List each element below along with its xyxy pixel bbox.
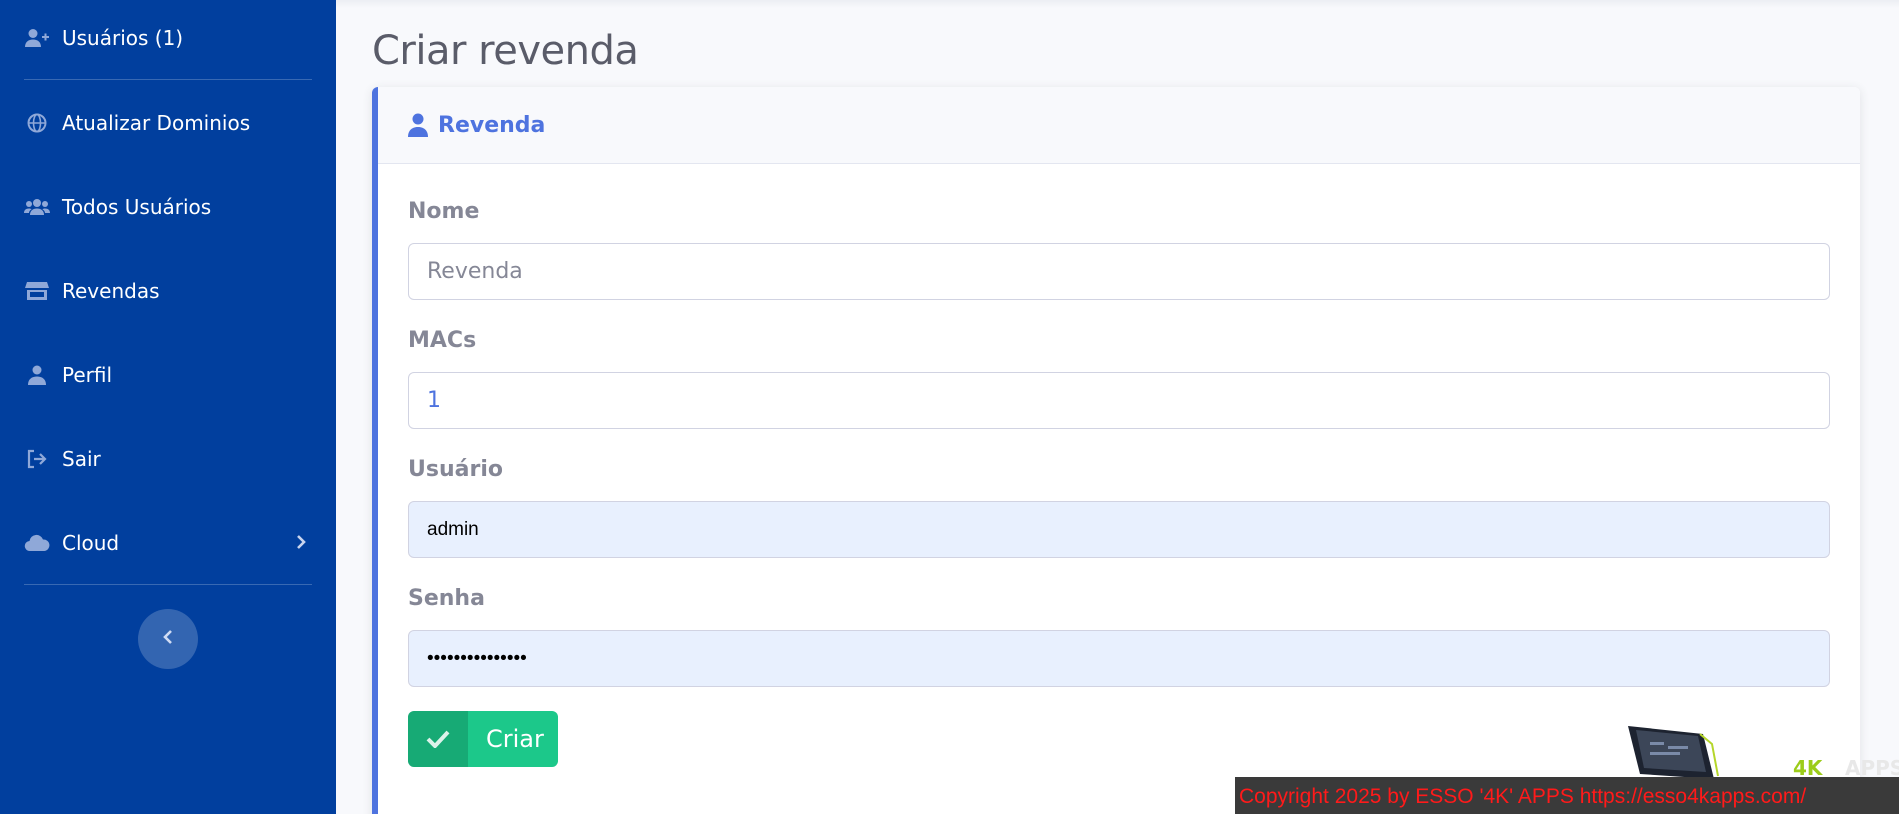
- form-card: Revenda Nome MACs Usuário Senha Criar: [372, 87, 1860, 814]
- watermark-image: [1628, 724, 1728, 784]
- macs-label: MACs: [408, 328, 477, 353]
- sidebar-item-label: Todos Usuários: [62, 195, 212, 219]
- card-header: Revenda: [378, 87, 1860, 164]
- usuario-label: Usuário: [408, 457, 503, 482]
- sidebar-item-revendas[interactable]: Revendas: [0, 261, 336, 321]
- sidebar-divider: [24, 584, 312, 585]
- copyright-text: Copyright 2025 by ESSO '4K' APPS https:/…: [1235, 777, 1899, 814]
- macs-input[interactable]: [408, 372, 1830, 429]
- user-icon: [24, 365, 50, 385]
- chevron-left-icon: [163, 629, 173, 649]
- criar-button[interactable]: Criar: [408, 711, 558, 767]
- sidebar-item-label: Sair: [62, 447, 101, 471]
- senha-label: Senha: [408, 586, 485, 611]
- sidebar: Usuários (1) Atualizar Dominios Todos Us…: [0, 0, 336, 814]
- sidebar-item-label: Cloud: [62, 531, 120, 555]
- nome-label: Nome: [408, 199, 480, 224]
- cloud-icon: [24, 533, 50, 553]
- topbar-shadow: [336, 0, 1899, 8]
- sidebar-item-atualizar-dominios[interactable]: Atualizar Dominios: [0, 93, 336, 153]
- sidebar-item-label: Revendas: [62, 279, 160, 303]
- sidebar-item-label: Perfil: [62, 363, 113, 387]
- globe-icon: [24, 113, 50, 133]
- sidebar-item-label: Usuários (1): [62, 26, 184, 50]
- store-icon: [24, 281, 50, 301]
- users-icon: [24, 197, 50, 217]
- check-icon: [408, 711, 468, 767]
- sidebar-item-sair[interactable]: Sair: [0, 429, 336, 489]
- sidebar-item-usuarios[interactable]: Usuários (1): [0, 8, 336, 68]
- sidebar-toggle-button[interactable]: [138, 609, 198, 669]
- page-title: Criar revenda: [372, 28, 639, 74]
- user-icon: [408, 113, 430, 137]
- sidebar-item-cloud[interactable]: Cloud: [0, 513, 336, 573]
- nome-input[interactable]: [408, 243, 1830, 300]
- sidebar-item-todos-usuarios[interactable]: Todos Usuários: [0, 177, 336, 237]
- sidebar-item-label: Atualizar Dominios: [62, 111, 251, 135]
- criar-button-label: Criar: [486, 725, 544, 753]
- sign-out-icon: [24, 449, 50, 469]
- sidebar-item-perfil[interactable]: Perfil: [0, 345, 336, 405]
- usuario-input[interactable]: [408, 501, 1830, 558]
- sidebar-divider: [24, 79, 312, 80]
- chevron-right-icon: [296, 534, 306, 554]
- senha-input[interactable]: [408, 630, 1830, 687]
- card-title: Revenda: [438, 112, 546, 138]
- user-plus-icon: [24, 28, 50, 48]
